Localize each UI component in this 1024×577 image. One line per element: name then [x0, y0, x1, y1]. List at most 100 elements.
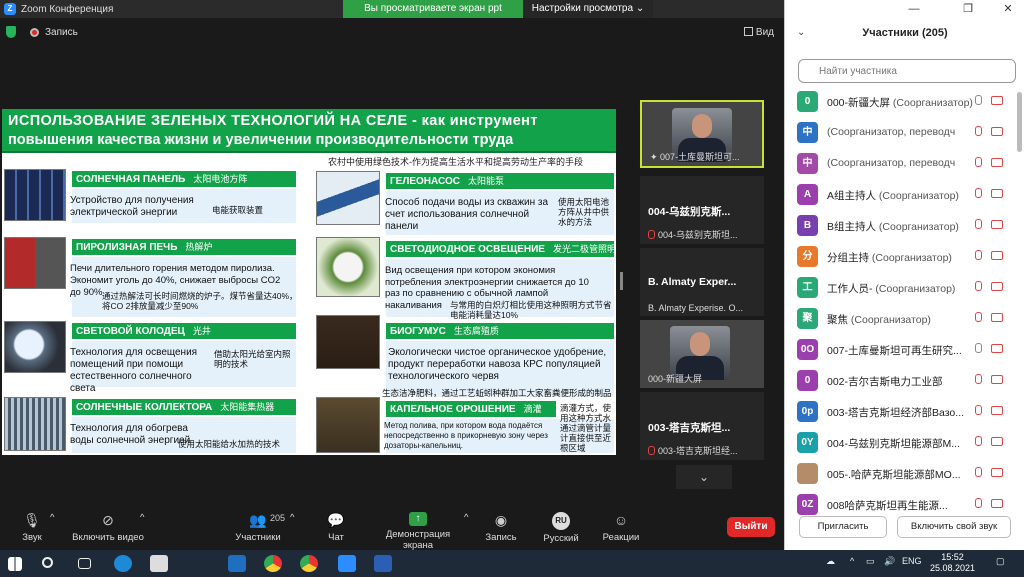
- invite-button[interactable]: Пригласить: [799, 516, 887, 538]
- slide-title: ИСПОЛЬЗОВАНИЕ ЗЕЛЕНЫХ ТЕХНОЛОГИЙ НА СЕЛЕ…: [2, 109, 616, 153]
- video-tile[interactable]: 004-乌兹别克斯... 004-乌兹别克斯坦...: [640, 176, 764, 244]
- smiley-icon: ☺: [613, 512, 629, 528]
- participant-row[interactable]: 0Y 004-乌兹别克斯坦能源部M...: [785, 428, 1015, 459]
- participant-row[interactable]: 工工作人员- (Соорганизатор): [785, 273, 1015, 304]
- microphone-icon[interactable]: [975, 374, 982, 384]
- video-off-icon: [991, 189, 1003, 198]
- participant-status: [975, 374, 1013, 387]
- chrome-profile-icon[interactable]: [300, 555, 318, 572]
- share-options-chevron[interactable]: ^: [464, 512, 468, 523]
- item-zh: 借助太阳光给室内照明的技术: [214, 349, 291, 369]
- unmute-me-button[interactable]: Включить свой звук: [897, 516, 1011, 538]
- word-icon[interactable]: [374, 555, 392, 572]
- edge-icon[interactable]: [114, 555, 132, 572]
- leave-button[interactable]: Выйти: [727, 517, 775, 537]
- chat-button[interactable]: 💬 Чат: [322, 512, 350, 543]
- microphone-icon[interactable]: [975, 250, 982, 260]
- participant-name: 004-乌兹别克斯坦能源部M...: [827, 438, 961, 450]
- interpretation-button[interactable]: RU Русский: [542, 512, 580, 544]
- microphone-icon[interactable]: [975, 95, 982, 105]
- participant-search-input[interactable]: [798, 59, 1016, 83]
- participant-row[interactable]: B B组主持人 (Соорганизатор): [785, 211, 1015, 242]
- avatar: 中: [797, 122, 818, 143]
- participant-row[interactable]: 0p 003-塔吉克斯坦经济部Вазо...: [785, 397, 1015, 428]
- video-tile[interactable]: B. Almaty Exper... B. Almaty Experise. O…: [640, 248, 764, 316]
- microphone-icon[interactable]: [975, 467, 982, 477]
- participant-row[interactable]: 分分组主持 (Соорганизатор): [785, 242, 1015, 273]
- microphone-icon[interactable]: [975, 126, 982, 136]
- split-resize-handle[interactable]: [620, 272, 623, 290]
- item-zh: 通过热解法可长时间燃烧的炉子。煤节省量达40%，将CO 2排放量减少至90%: [102, 291, 298, 311]
- view-button[interactable]: Вид: [743, 27, 774, 38]
- video-button[interactable]: ⊘ Включить видео: [70, 512, 146, 543]
- windows-start-icon[interactable]: [8, 557, 22, 571]
- view-options-button[interactable]: Настройки просмотра ⌄: [523, 0, 653, 18]
- mail-icon[interactable]: [228, 555, 246, 572]
- minimize-button[interactable]: —: [899, 0, 929, 18]
- network-icon[interactable]: ▭: [866, 556, 875, 567]
- participant-row[interactable]: 0 000-新疆大屏 (Соорганизатор): [785, 87, 1015, 118]
- avatar: 0: [797, 91, 818, 112]
- mic-muted-icon: [648, 446, 655, 455]
- input-language[interactable]: ENG: [902, 556, 922, 566]
- store-icon[interactable]: [150, 555, 168, 572]
- item-head: СВЕТОДИОДНОЕ ОСВЕЩЕНИЕ 发光二极管照明: [386, 241, 616, 257]
- participant-row[interactable]: 中 (Соорганизатор, переводч: [785, 118, 1015, 149]
- microphone-icon[interactable]: [975, 343, 982, 353]
- audio-button[interactable]: 🎙 Звук: [14, 512, 50, 543]
- microphone-icon[interactable]: [975, 405, 982, 415]
- participant-name: (Соорганизатор, переводч: [827, 126, 956, 138]
- tile-sub-name: B. Almaty Experise. O...: [648, 303, 744, 313]
- participants-options-chevron[interactable]: ^: [290, 512, 294, 523]
- participant-name: 002-吉尔吉斯电力工业部: [827, 376, 943, 388]
- microphone-icon[interactable]: [975, 498, 982, 508]
- weather-icon[interactable]: ☁: [826, 556, 835, 567]
- avatar: 0Y: [797, 432, 818, 453]
- record-button[interactable]: ◉ Запись: [484, 512, 518, 543]
- participants-header: ⌄ Участники (205): [785, 18, 1024, 48]
- audio-options-chevron[interactable]: ^: [50, 512, 54, 523]
- notifications-icon[interactable]: ▢: [996, 556, 1005, 567]
- task-view-icon[interactable]: [78, 558, 91, 569]
- video-tile[interactable]: 003-塔吉克斯坦... 003-塔吉克斯坦经...: [640, 392, 764, 460]
- microphone-icon[interactable]: [975, 281, 982, 291]
- maximize-button[interactable]: ❐: [953, 0, 983, 18]
- share-screen-button[interactable]: ↑ Демонстрация экрана: [370, 512, 466, 551]
- participant-list-scrollbar[interactable]: [1017, 92, 1022, 152]
- participant-name: 分组主持 (Соорганизатор): [827, 252, 952, 264]
- window-title: Zoom Конференция: [21, 3, 114, 15]
- scroll-down-button[interactable]: ⌄: [676, 465, 732, 489]
- video-off-icon: [991, 220, 1003, 229]
- system-clock[interactable]: 15:52 25.08.2021: [930, 552, 975, 574]
- video-tile[interactable]: 000-新疆大屏: [640, 320, 764, 388]
- shield-icon[interactable]: [6, 26, 16, 38]
- viewing-share-label: Вы просматриваете экран ppt: [343, 0, 523, 18]
- volume-icon[interactable]: 🔊: [884, 556, 895, 567]
- reactions-button[interactable]: ☺ Реакции: [602, 512, 640, 543]
- light-well-image: [4, 321, 66, 373]
- video-tile[interactable]: ✦ 007-土库曼斯坦可...: [640, 100, 764, 168]
- video-options-chevron[interactable]: ^: [140, 512, 144, 523]
- search-icon[interactable]: [42, 557, 53, 568]
- close-button[interactable]: ✕: [993, 0, 1023, 18]
- zoom-taskbar-icon[interactable]: [338, 555, 356, 572]
- participant-status: [975, 343, 1013, 356]
- chrome-icon[interactable]: [264, 555, 282, 572]
- participant-row[interactable]: A A组主持人 (Соорганизатор): [785, 180, 1015, 211]
- participant-row[interactable]: 0O 007-土库曼斯坦可再生研究...: [785, 335, 1015, 366]
- tile-sub-name: 004-乌兹别克斯坦...: [648, 228, 760, 241]
- video-off-icon: ⊘: [102, 512, 114, 528]
- meeting-toolbar: 🎙 Звук ^ ⊘ Включить видео ^ 👥 Участники 205…: [0, 508, 784, 551]
- participant-row[interactable]: 聚聚焦 (Соорганизатор): [785, 304, 1015, 335]
- microphone-icon[interactable]: [975, 436, 982, 446]
- participant-row[interactable]: 中 (Соорганизатор, переводч: [785, 149, 1015, 180]
- participant-row[interactable]: 0 002-吉尔吉斯电力工业部: [785, 366, 1015, 397]
- microphone-icon[interactable]: [975, 188, 982, 198]
- chevron-down-icon[interactable]: ⌄: [797, 18, 805, 48]
- microphone-icon[interactable]: [975, 157, 982, 167]
- microphone-icon[interactable]: [975, 219, 982, 229]
- microphone-icon[interactable]: [975, 312, 982, 322]
- recording-label[interactable]: Запись: [45, 27, 78, 38]
- tray-chevron-icon[interactable]: ^: [850, 556, 854, 566]
- participant-row[interactable]: 005-.哈萨克斯坦能源部MO...: [785, 459, 1015, 490]
